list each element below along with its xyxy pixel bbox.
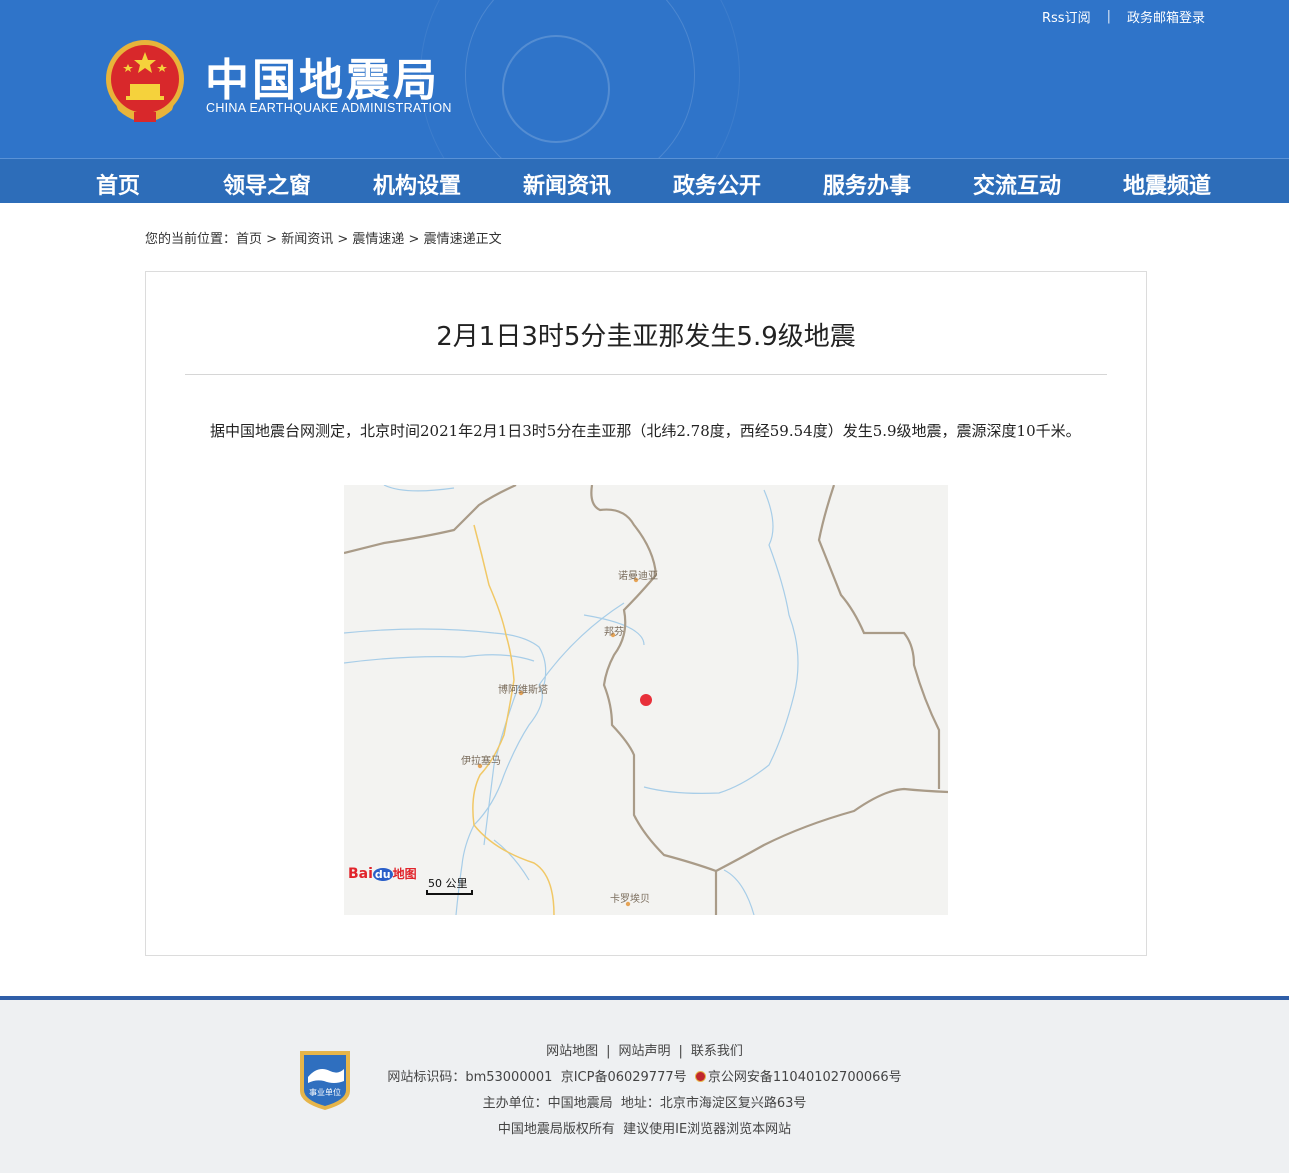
breadcrumb-separator: > (333, 232, 353, 247)
nav-item-home[interactable]: 首页 (96, 168, 140, 200)
footer-copyright: 中国地震局版权所有 建议使用IE浏览器浏览本网站 (0, 1118, 1289, 1137)
breadcrumb-item-news[interactable]: 新闻资讯 (281, 232, 333, 247)
map-place-label: 诺曼迪亚 (618, 571, 658, 582)
baidu-map-logo[interactable]: Bai du 地图 (348, 865, 417, 882)
earthquake-map[interactable]: 诺曼迪亚 邦芬 博阿维斯塔 伊拉塞马 卡罗埃贝 Bai du 地图 50 公里 (344, 485, 948, 915)
footer-separator: | (678, 1044, 683, 1059)
nav-item-organization[interactable]: 机构设置 (373, 168, 461, 200)
site-title-cn[interactable]: 中国地震局 (205, 44, 440, 108)
baidu-logo-bai: Bai (348, 866, 373, 882)
breadcrumb: 您的当前位置：首页 > 新闻资讯 > 震情速递 > 震情速递正文 (145, 228, 502, 247)
epicenter-marker (640, 694, 652, 706)
footer-host-info: 主办单位：中国地震局 地址：北京市海淀区复兴路63号 (0, 1092, 1289, 1111)
map-scale-label: 50 公里 (428, 877, 468, 890)
breadcrumb-item-current: 震情速递正文 (423, 232, 502, 247)
gov-mail-login-link[interactable]: 政务邮箱登录 (1127, 7, 1205, 26)
footer-link-contact[interactable]: 联系我们 (691, 1044, 743, 1059)
footer-link-statement[interactable]: 网站声明 (618, 1044, 670, 1059)
national-emblem-icon[interactable] (104, 38, 186, 124)
breadcrumb-item-home[interactable]: 首页 (236, 232, 262, 247)
footer-police-record[interactable]: 京公网安备11040102700066号 (708, 1070, 902, 1085)
nav-item-services[interactable]: 服务办事 (823, 168, 911, 200)
main-nav: 首页 领导之窗 机构设置 新闻资讯 政务公开 服务办事 交流互动 地震频道 (0, 158, 1289, 203)
rss-link[interactable]: Rss订阅 (1042, 7, 1091, 26)
footer-copyright-text: 中国地震局版权所有 (497, 1122, 615, 1137)
breadcrumb-separator: > (404, 232, 424, 247)
breadcrumb-prefix: 您的当前位置： (145, 232, 237, 247)
baidu-logo-du: du (372, 868, 393, 881)
map-place-label: 伊拉塞马 (461, 756, 501, 767)
site-header: 中国地震局 CHINA EARTHQUAKE ADMINISTRATION Rs… (0, 0, 1289, 158)
footer-site-id: 网站标识码：bm53000001 (387, 1070, 553, 1085)
baidu-logo-map: 地图 (392, 867, 417, 881)
map-scale-bar (426, 890, 473, 895)
article-body: 据中国地震台网测定，北京时间2021年2月1日3时5分在圭亚那（北纬2.78度，… (210, 422, 1081, 440)
police-badge-icon (694, 1071, 706, 1082)
map-base (344, 485, 948, 915)
footer-browser-tip: 建议使用IE浏览器浏览本网站 (623, 1122, 792, 1137)
header-decor-ring (502, 35, 610, 143)
nav-item-news[interactable]: 新闻资讯 (523, 168, 611, 200)
footer-link-sitemap[interactable]: 网站地图 (546, 1044, 598, 1059)
top-link-separator: | (1106, 9, 1111, 24)
nav-item-interaction[interactable]: 交流互动 (973, 168, 1061, 200)
map-place-label: 博阿维斯塔 (498, 685, 548, 696)
footer-links: 网站地图 | 网站声明 | 联系我们 (0, 1040, 1289, 1059)
nav-item-gov-affairs[interactable]: 政务公开 (673, 168, 761, 200)
footer-icp[interactable]: 京ICP备06029777号 (561, 1070, 687, 1085)
footer-address: 地址：北京市海淀区复兴路63号 (620, 1096, 807, 1111)
nav-item-earthquake-channel[interactable]: 地震频道 (1123, 168, 1211, 200)
title-divider (185, 374, 1107, 375)
article-title: 2月1日3时5分圭亚那发生5.9级地震 (436, 322, 856, 352)
footer-host: 主办单位：中国地震局 (482, 1096, 613, 1111)
article-panel: 2月1日3时5分圭亚那发生5.9级地震 据中国地震台网测定，北京时间2021年2… (145, 271, 1147, 956)
site-title-en: CHINA EARTHQUAKE ADMINISTRATION (206, 101, 452, 115)
breadcrumb-separator: > (262, 232, 282, 247)
breadcrumb-item-quick-report[interactable]: 震情速递 (352, 232, 404, 247)
nav-item-leaders[interactable]: 领导之窗 (223, 168, 311, 200)
footer-separator: | (606, 1044, 611, 1059)
footer-registration: 网站标识码：bm53000001 京ICP备06029777号 京公网安备110… (0, 1066, 1289, 1085)
top-links: Rss订阅 | 政务邮箱登录 (1042, 7, 1205, 26)
map-place-label: 卡罗埃贝 (610, 894, 650, 905)
map-place-label: 邦芬 (604, 627, 624, 638)
